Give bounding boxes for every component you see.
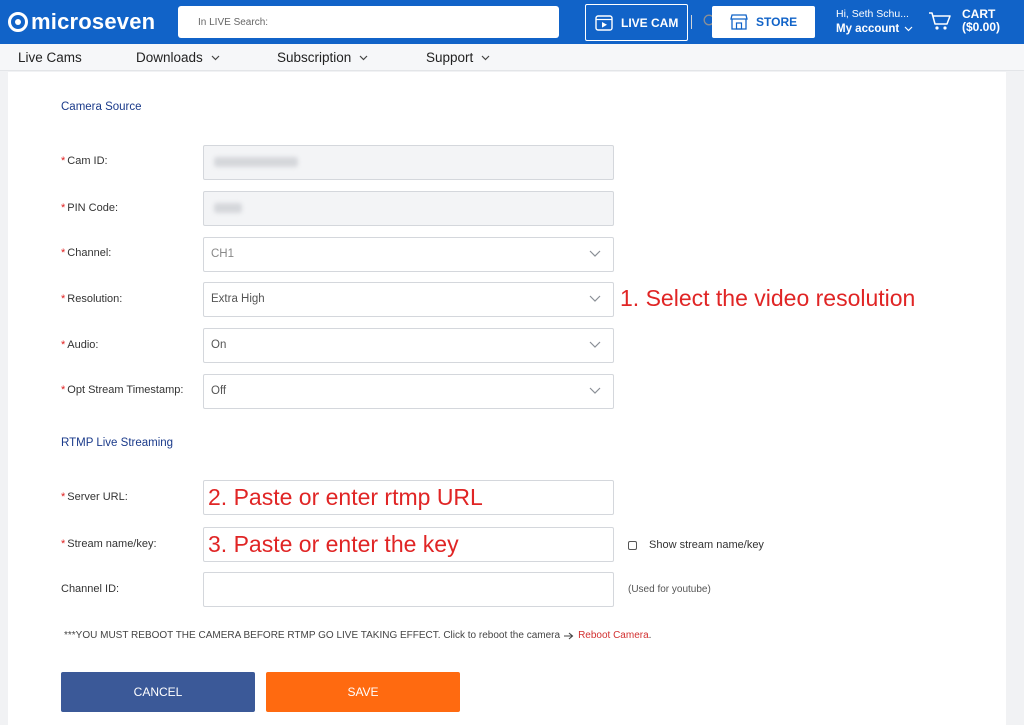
chevron-down-icon — [211, 55, 220, 60]
annotation-step-2: 2. Paste or enter rtmp URL — [208, 484, 483, 510]
search-input[interactable] — [178, 6, 513, 38]
cart-amount: ($0.00) — [962, 20, 1001, 34]
timestamp-label: * Opt Stream Timestamp: — [61, 384, 183, 396]
redacted-value — [214, 157, 298, 167]
nav-item-live-cams[interactable]: Live Cams — [18, 44, 82, 71]
cancel-button[interactable]: CANCEL — [61, 672, 255, 712]
reboot-notice-text: ***YOU MUST REBOOT THE CAMERA BEFORE RTM… — [64, 630, 561, 641]
timestamp-select[interactable]: Off — [203, 374, 614, 409]
nav-item-label: Downloads — [136, 50, 203, 65]
required-mark: * — [61, 491, 66, 503]
microseven-logo[interactable]: microseven — [8, 8, 155, 36]
resolution-label-text: Resolution: — [67, 293, 123, 305]
chevron-down-icon — [359, 55, 368, 60]
nav-item-downloads[interactable]: Downloads — [136, 44, 220, 71]
stream-key-field[interactable]: 3. Paste or enter the key — [203, 527, 614, 562]
camera-source-title: Camera Source — [61, 101, 142, 113]
pin-code-label-text: PIN Code: — [67, 202, 119, 214]
channel-value: CH1 — [211, 248, 235, 260]
audio-value: On — [211, 339, 227, 351]
chevron-down-icon — [481, 55, 490, 60]
resolution-label: * Resolution: — [61, 293, 122, 305]
notice-period: . — [648, 630, 652, 641]
required-mark: * — [61, 293, 66, 305]
logo-icon — [8, 12, 28, 32]
cam-id-field[interactable] — [203, 145, 614, 180]
live-cam-button[interactable]: LIVE CAM — [585, 4, 688, 41]
audio-select[interactable]: On — [203, 328, 614, 363]
store-label: STORE — [756, 15, 798, 29]
channel-label-text: Channel: — [67, 247, 112, 259]
my-account-label: My account — [836, 23, 900, 35]
account-menu[interactable]: Hi, Seth Schu... My account — [836, 8, 913, 35]
arrow-right-icon — [564, 632, 574, 639]
main-nav: Live Cams Downloads Subscription Support — [0, 44, 1024, 71]
required-mark: * — [61, 339, 66, 351]
chevron-down-icon — [589, 250, 601, 257]
stream-key-label-text: Stream name/key: — [67, 538, 157, 550]
logo-text: microseven — [31, 9, 156, 34]
nav-item-label: Support — [426, 50, 474, 65]
chevron-down-icon — [589, 387, 601, 394]
show-stream-key-label: Show stream name/key — [649, 539, 764, 551]
cam-id-label-text: Cam ID: — [67, 155, 108, 167]
required-mark: * — [61, 247, 66, 259]
audio-label: * Audio: — [61, 339, 98, 351]
resolution-value: Extra High — [211, 293, 265, 305]
channel-id-hint: (Used for youtube) — [628, 584, 711, 595]
reboot-camera-link[interactable]: Reboot Camera — [578, 630, 649, 641]
top-header: microseven LIVE CAM STORE Hi, Seth Schu.… — [0, 0, 1024, 44]
account-greeting: Hi, Seth Schu... — [836, 8, 909, 20]
nav-item-support[interactable]: Support — [426, 44, 490, 71]
server-url-label: * Server URL: — [61, 491, 128, 503]
save-button[interactable]: SAVE — [266, 672, 460, 712]
store-button[interactable]: STORE — [712, 6, 815, 38]
server-url-field[interactable]: 2. Paste or enter rtmp URL — [203, 480, 614, 515]
nav-item-subscription[interactable]: Subscription — [277, 44, 368, 71]
required-mark: * — [61, 155, 66, 167]
required-mark: * — [61, 384, 66, 396]
search-divider — [691, 15, 692, 29]
cart-icon — [929, 12, 951, 30]
required-mark: * — [61, 538, 66, 550]
nav-item-label: Subscription — [277, 50, 352, 65]
annotation-step-3: 3. Paste or enter the key — [208, 531, 459, 557]
pin-code-label: * PIN Code: — [61, 202, 118, 214]
chevron-down-icon — [589, 295, 601, 302]
channel-id-label: Channel ID: — [61, 583, 120, 595]
pin-code-field[interactable] — [203, 191, 614, 226]
save-label: SAVE — [347, 685, 379, 699]
live-cam-label: LIVE CAM — [621, 15, 679, 30]
timestamp-value: Off — [211, 385, 227, 397]
channel-id-input[interactable] — [204, 573, 613, 606]
cam-id-label: * Cam ID: — [61, 155, 108, 167]
cancel-label: CANCEL — [133, 685, 183, 699]
annotation-step-1: 1. Select the video resolution — [620, 285, 916, 311]
chevron-down-icon — [589, 341, 601, 348]
reboot-notice: ***YOU MUST REBOOT THE CAMERA BEFORE RTM… — [64, 630, 651, 641]
show-stream-key-toggle[interactable]: Show stream name/key — [628, 539, 764, 551]
required-mark: * — [61, 202, 66, 214]
resolution-select[interactable]: Extra High — [203, 282, 614, 317]
search-box — [178, 6, 717, 38]
server-url-label-text: Server URL: — [67, 491, 128, 503]
nav-item-label: Live Cams — [18, 50, 82, 65]
show-stream-key-checkbox[interactable] — [628, 540, 637, 550]
chevron-down-icon — [904, 26, 913, 32]
my-account-link[interactable]: My account — [836, 23, 913, 35]
redacted-value — [214, 203, 242, 213]
timestamp-label-text: Opt Stream Timestamp: — [67, 384, 184, 396]
channel-select[interactable]: CH1 — [203, 237, 614, 272]
channel-label: * Channel: — [61, 247, 111, 259]
rtmp-title: RTMP Live Streaming — [61, 437, 174, 449]
store-icon — [730, 14, 748, 30]
video-play-icon — [595, 14, 613, 31]
cart-button[interactable]: CART ($0.00) — [928, 8, 1000, 34]
stream-key-label: * Stream name/key: — [61, 538, 157, 550]
channel-id-field[interactable] — [203, 572, 614, 607]
audio-label-text: Audio: — [67, 339, 99, 351]
